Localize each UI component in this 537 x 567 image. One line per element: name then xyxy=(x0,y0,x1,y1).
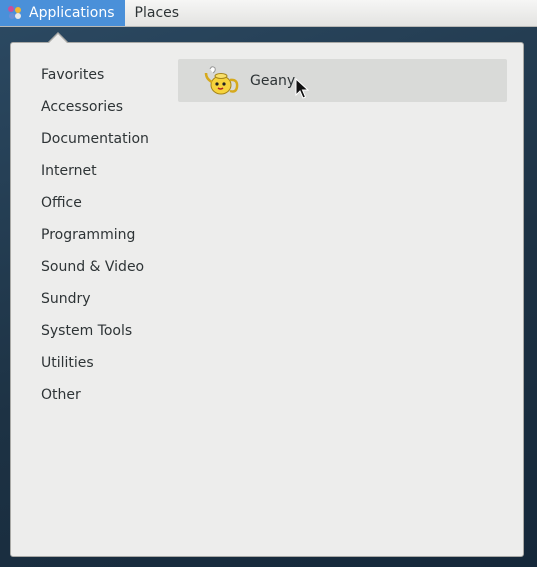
category-list: Favorites Accessories Documentation Inte… xyxy=(41,67,181,419)
category-accessories[interactable]: Accessories xyxy=(41,99,181,131)
category-favorites[interactable]: Favorites xyxy=(41,67,181,99)
category-programming[interactable]: Programming xyxy=(41,227,181,259)
applications-icon xyxy=(8,6,22,20)
category-documentation[interactable]: Documentation xyxy=(41,131,181,163)
menu-pointer-arrow-fill xyxy=(48,34,68,44)
category-sundry[interactable]: Sundry xyxy=(41,291,181,323)
applications-menu-panel: Favorites Accessories Documentation Inte… xyxy=(10,42,524,557)
mouse-pointer-icon xyxy=(295,78,309,99)
top-bar: Applications Places xyxy=(0,0,537,27)
category-utilities[interactable]: Utilities xyxy=(41,355,181,387)
geany-teapot-icon xyxy=(204,63,240,99)
category-office[interactable]: Office xyxy=(41,195,181,227)
app-label-geany: Geany xyxy=(250,72,296,89)
applications-label: Applications xyxy=(29,5,115,21)
applications-menu-button[interactable]: Applications xyxy=(0,0,125,26)
category-internet[interactable]: Internet xyxy=(41,163,181,195)
category-system-tools[interactable]: System Tools xyxy=(41,323,181,355)
places-label: Places xyxy=(134,5,180,21)
app-item-geany[interactable]: Geany xyxy=(178,59,507,102)
places-menu-button[interactable]: Places xyxy=(125,0,192,26)
category-sound-video[interactable]: Sound & Video xyxy=(41,259,181,291)
app-list: Geany xyxy=(178,59,507,102)
category-other[interactable]: Other xyxy=(41,387,181,419)
